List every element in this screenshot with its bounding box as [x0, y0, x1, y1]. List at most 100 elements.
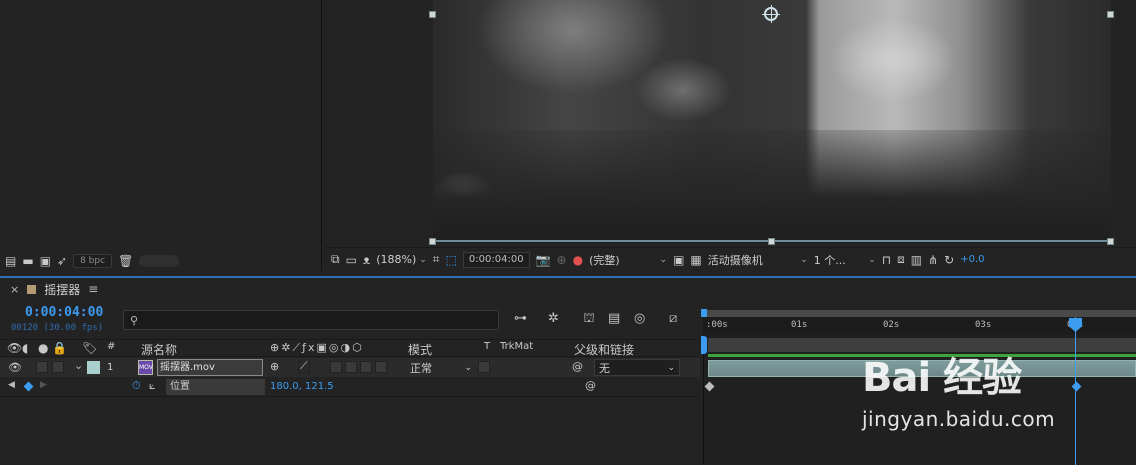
audio-icon[interactable]: ◖ — [22, 341, 28, 355]
views-value: 1 个... — [813, 253, 846, 267]
flowchart-icon[interactable]: ⋔ — [928, 253, 938, 267]
pick-whip-icon[interactable]: @ — [572, 360, 583, 373]
trash-icon[interactable]: 🗑 — [118, 254, 133, 268]
shy-layers-icon[interactable]: ⛫ — [583, 311, 595, 328]
new-composition-icon[interactable]: ▣ — [40, 254, 51, 268]
camera-select[interactable]: 活动摄像机 ⌄ — [708, 252, 808, 268]
lock-icon[interactable]: 🔒 — [52, 341, 67, 355]
comp-range-start-handle[interactable] — [701, 336, 707, 354]
monitor-icon[interactable]: ▭ — [346, 253, 357, 267]
bit-depth-button[interactable]: 8 bpc — [73, 254, 113, 268]
chevron-down-icon: ⌄ — [464, 362, 472, 373]
column-t: T — [484, 341, 491, 352]
timeline-toggle-icon[interactable]: ▥ — [911, 253, 922, 267]
layer-name-field[interactable]: 摇摆器.mov — [157, 359, 263, 376]
chevron-down-icon: ⌄ — [667, 362, 675, 373]
next-keyframe-icon[interactable]: ▶ — [40, 380, 47, 390]
layer-solo-box[interactable] — [36, 361, 48, 373]
watermark-logo: Bai 经验 — [862, 355, 1022, 401]
layer-switches-icons: ⊕✲⟋ƒx▣◎◑⬡ — [270, 341, 364, 354]
transform-handle-tr[interactable] — [1107, 11, 1114, 18]
layer-expand-chevron-icon[interactable]: ⌄ — [74, 359, 83, 372]
column-source-name[interactable]: 源名称 — [141, 341, 177, 358]
transform-handle-tl[interactable] — [429, 11, 436, 18]
layer-switch-3d[interactable] — [375, 361, 387, 373]
layer-switch-blend[interactable] — [345, 361, 357, 373]
layer-label-color[interactable] — [87, 361, 100, 374]
timeline-tab[interactable]: × 摇摆器 ≡ — [0, 278, 98, 300]
mov-file-icon: MOV — [138, 360, 153, 375]
graph-icon[interactable]: ⟀ — [149, 379, 156, 393]
column-parent: 父级和链接 — [574, 343, 635, 357]
current-timecode[interactable]: 0:00:04:00 — [25, 305, 103, 320]
close-icon[interactable]: × — [10, 283, 19, 296]
preserve-transparency-box[interactable] — [478, 361, 490, 373]
reset-exposure-icon[interactable]: ↻ — [944, 253, 954, 267]
motion-blur-icon[interactable]: ◎ — [634, 311, 645, 326]
layer-shy-switch-icon[interactable]: ⊕ — [270, 360, 279, 373]
layer-switch-fx[interactable] — [330, 361, 342, 373]
toggle-pixel-aspect-icon[interactable]: ⊓ — [882, 253, 891, 267]
transparency-grid-icon[interactable]: ▦ — [690, 253, 701, 267]
new-folder-icon[interactable]: ▬ — [22, 254, 33, 268]
anchor-point-icon[interactable] — [762, 5, 780, 23]
show-snapshot-icon[interactable]: ⊕ — [557, 253, 567, 267]
layer-search-input[interactable]: ⚲ — [123, 310, 499, 330]
layer-lock-box[interactable] — [52, 361, 64, 373]
frame-rate-info: 00120 (30.00 fps) — [11, 323, 104, 333]
work-area-start-handle[interactable] — [701, 309, 707, 317]
parent-value: 无 — [599, 361, 610, 375]
baidu-watermark: Bai 经验 jingyan.baidu.com — [862, 345, 1122, 455]
title-safe-icon[interactable]: ⌗ — [433, 252, 440, 267]
work-area-bar[interactable] — [705, 310, 1136, 317]
ruler-tick-2: 02s — [883, 320, 900, 330]
project-toolbar: ▤ ▬ ▣ ➶ 8 bpc 🗑 — [0, 251, 322, 271]
render-flowchart-icon[interactable]: ⧈ — [897, 252, 905, 267]
resolution-select[interactable]: (完整) ⌄ — [589, 252, 667, 268]
layer-switch-motion-blur[interactable] — [360, 361, 372, 373]
views-select[interactable]: 1 个... ⌄ — [814, 252, 876, 268]
interpret-footage-icon[interactable]: ▤ — [5, 254, 16, 268]
project-panel[interactable] — [0, 0, 322, 271]
graph-editor-icon[interactable]: ⧄ — [669, 311, 677, 326]
timeline-tab-title: 摇摆器 — [44, 282, 81, 297]
exposure-value[interactable]: +0.0 — [960, 254, 984, 265]
composition-flowchart-icon[interactable]: ⊶ — [514, 311, 527, 326]
layer-visibility-eye-icon[interactable]: 👁 — [8, 361, 22, 374]
chevron-down-icon: ⌄ — [800, 254, 808, 265]
project-scroll-pill[interactable] — [139, 255, 180, 267]
stopwatch-icon[interactable]: ⏱ — [132, 379, 141, 393]
column-mode: 模式 — [408, 343, 433, 357]
expression-spiral-icon[interactable]: @ — [585, 379, 596, 392]
column-trkmat: TrkMat — [500, 341, 534, 352]
ruler-tick-1: 01s — [791, 320, 808, 330]
ruler-tick-0: :00s — [706, 320, 728, 330]
render-queue-icon[interactable]: ➶ — [57, 254, 67, 268]
mask-visibility-icon[interactable]: ᴥ — [363, 253, 370, 267]
zoom-select[interactable]: (188%) ⌄ — [376, 253, 427, 266]
panel-menu-icon[interactable]: ≡ — [88, 282, 98, 296]
resolution-value: (完整) — [589, 253, 620, 267]
prev-keyframe-icon[interactable]: ◀ — [8, 380, 15, 390]
draft-3d-icon[interactable]: ✲ — [548, 311, 559, 326]
frame-blending-icon[interactable]: ▤ — [608, 311, 620, 326]
snapshot-camera-icon[interactable]: 📷 — [536, 253, 551, 267]
video-eye-icon[interactable]: 👁 — [7, 341, 22, 355]
transform-handle-br[interactable] — [1107, 238, 1114, 245]
property-value[interactable]: 180.0, 121.5 — [270, 381, 334, 392]
solo-icon[interactable]: ● — [38, 341, 48, 355]
region-of-interest-icon[interactable]: ⬚ — [446, 253, 457, 267]
comp-label-swatch — [27, 284, 37, 294]
always-preview-icon[interactable]: ⧉ — [331, 252, 340, 267]
chevron-down-icon: ⌄ — [868, 254, 876, 265]
footage-ground-shading — [433, 130, 1111, 243]
channels-icon[interactable]: ● — [573, 253, 583, 267]
label-tag-icon[interactable]: 🏷 — [82, 341, 97, 355]
fast-preview-icon[interactable]: ▣ — [673, 253, 684, 267]
current-time-display[interactable]: 0:00:04:00 — [462, 251, 530, 268]
zoom-value: (188%) — [376, 253, 417, 266]
parent-select[interactable]: 无 ⌄ — [594, 359, 680, 376]
blend-mode-select[interactable]: 正常 ⌄ — [406, 359, 476, 376]
transform-handle-bm[interactable] — [768, 238, 775, 245]
transform-handle-bl[interactable] — [429, 238, 436, 245]
